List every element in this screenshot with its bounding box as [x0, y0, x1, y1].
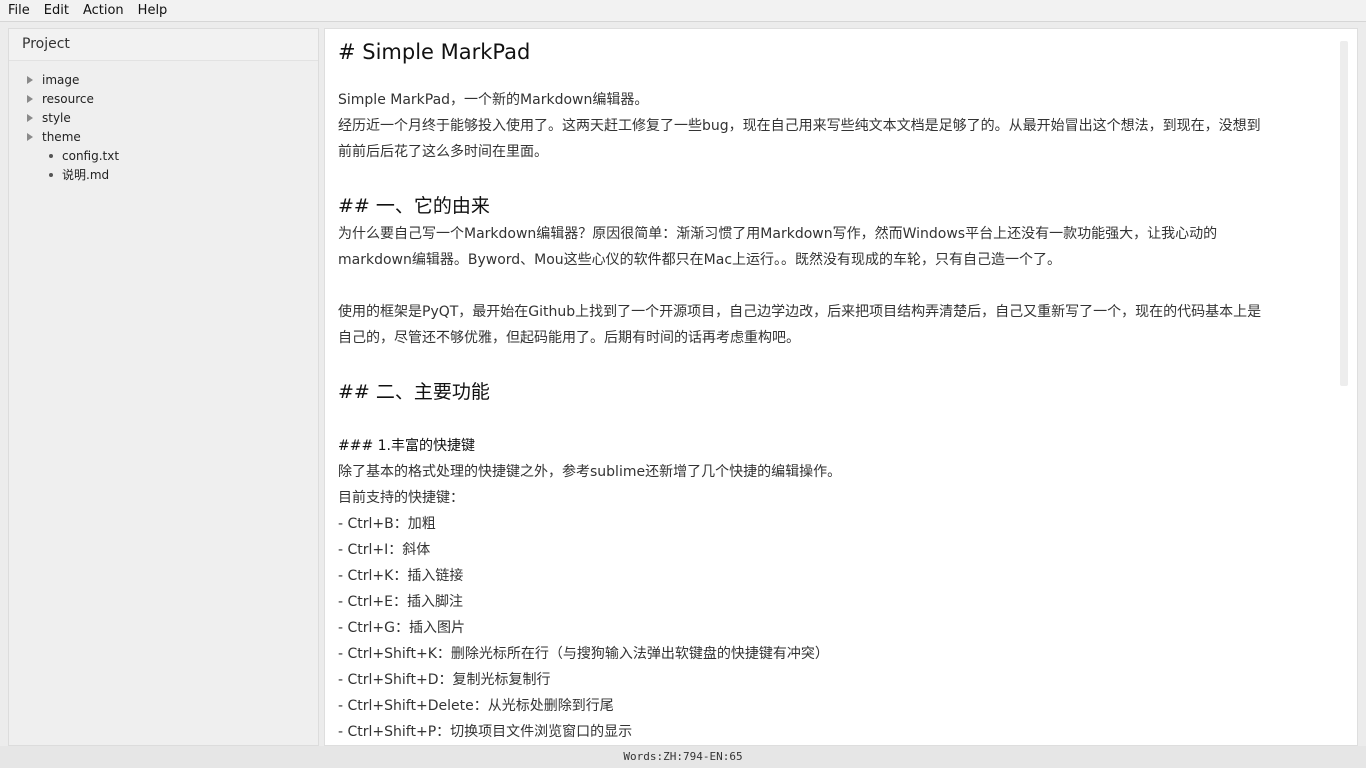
sidebar-title: Project: [9, 29, 318, 61]
tree-file-config[interactable]: config.txt: [9, 146, 318, 165]
tree-folder-style[interactable]: style: [9, 108, 318, 127]
markdown-editor[interactable]: # Simple MarkPad Simple MarkPad，一个新的Markd…: [324, 28, 1358, 746]
file-tree: image resource style theme config.txt 说明…: [9, 61, 318, 184]
editor-text-line[interactable]: 经历近一个月终于能够投入使用了。这两天赶工修复了一些bug，现在自己用来写些纯文…: [338, 113, 1338, 139]
menu-file[interactable]: File: [2, 0, 36, 22]
editor-text-line[interactable]: - Ctrl+B：加粗: [338, 511, 1338, 537]
project-sidebar: Project image resource style theme confi…: [8, 28, 319, 746]
editor-text-line[interactable]: - Ctrl+Shift+Delete：从光标处删除到行尾: [338, 693, 1338, 719]
expand-arrow-icon[interactable]: [27, 113, 33, 122]
bullet-icon: [49, 153, 53, 158]
tree-folder-label: image: [42, 72, 80, 87]
editor-blank-line[interactable]: [338, 407, 1338, 433]
editor-text-line[interactable]: 前前后后花了这么多时间在里面。: [338, 139, 1338, 165]
editor-blank-line[interactable]: [338, 165, 1338, 191]
editor-text-line[interactable]: - Ctrl+Shift+P：切换项目文件浏览窗口的显示: [338, 719, 1338, 745]
editor-text-line[interactable]: 为什么要自己写一个Markdown编辑器？原因很简单：渐渐习惯了用Markdow…: [338, 221, 1338, 247]
word-count: Words:ZH:794-EN:65: [623, 750, 743, 763]
editor-text-line[interactable]: 除了基本的格式处理的快捷键之外，参考sublime还新增了几个快捷的编辑操作。: [338, 459, 1338, 485]
editor-text-line[interactable]: 使用的框架是PyQT，最开始在Github上找到了一个开源项目，自己边学边改，后…: [338, 299, 1338, 325]
editor-heading-line[interactable]: # Simple MarkPad: [338, 29, 1338, 75]
expand-arrow-icon[interactable]: [27, 75, 33, 84]
tree-folder-image[interactable]: image: [9, 70, 318, 89]
editor-text-line[interactable]: 目前支持的快捷键：: [338, 485, 1338, 511]
menu-edit[interactable]: Edit: [38, 0, 75, 22]
expand-arrow-icon[interactable]: [27, 132, 33, 141]
editor-blank-line[interactable]: [338, 75, 1338, 87]
tree-file-label: config.txt: [62, 148, 120, 163]
editor-text-line[interactable]: - Ctrl+K：插入链接: [338, 563, 1338, 589]
editor-blank-line[interactable]: [338, 351, 1338, 377]
tree-file-label: 说明.md: [62, 168, 110, 182]
editor-heading-line[interactable]: ## 二、主要功能: [338, 377, 1338, 407]
editor-text-line[interactable]: - Ctrl+G：插入图片: [338, 615, 1338, 641]
tree-folder-label: resource: [42, 91, 94, 106]
tree-file-readme[interactable]: 说明.md: [9, 165, 318, 184]
editor-text-line[interactable]: - Ctrl+Shift+K：删除光标所在行（与搜狗输入法弹出软键盘的快捷键有冲…: [338, 641, 1338, 667]
editor-text-line[interactable]: 自己的，尽管还不够优雅，但起码能用了。后期有时间的话再考虑重构吧。: [338, 325, 1338, 351]
menu-action[interactable]: Action: [77, 0, 130, 22]
status-bar: Words:ZH:794-EN:65: [0, 746, 1366, 768]
editor-text-line[interactable]: Simple MarkPad，一个新的Markdown编辑器。: [338, 87, 1338, 113]
tree-folder-resource[interactable]: resource: [9, 89, 318, 108]
editor-text-line[interactable]: - Ctrl+E：插入脚注: [338, 589, 1338, 615]
menu-bar: File Edit Action Help: [0, 0, 1366, 22]
tree-folder-theme[interactable]: theme: [9, 127, 318, 146]
tree-folder-label: theme: [42, 129, 81, 144]
editor-blank-line[interactable]: [338, 273, 1338, 299]
expand-arrow-icon[interactable]: [27, 94, 33, 103]
bullet-icon: [49, 172, 53, 177]
editor-text-line[interactable]: markdown编辑器。Byword、Mou这些心仪的软件都只在Mac上运行。。…: [338, 247, 1338, 273]
tree-folder-label: style: [42, 110, 71, 125]
editor-text-line[interactable]: - Ctrl+Shift+D：复制光标复制行: [338, 667, 1338, 693]
editor-heading-line[interactable]: ## 一、它的由来: [338, 191, 1338, 221]
menu-help[interactable]: Help: [132, 0, 174, 22]
vertical-scrollbar[interactable]: [1340, 41, 1348, 386]
editor-heading-line[interactable]: ### 1.丰富的快捷键: [338, 433, 1338, 459]
editor-text-line[interactable]: - Ctrl+I：斜体: [338, 537, 1338, 563]
editor-text-area[interactable]: # Simple MarkPad Simple MarkPad，一个新的Markd…: [338, 29, 1338, 745]
